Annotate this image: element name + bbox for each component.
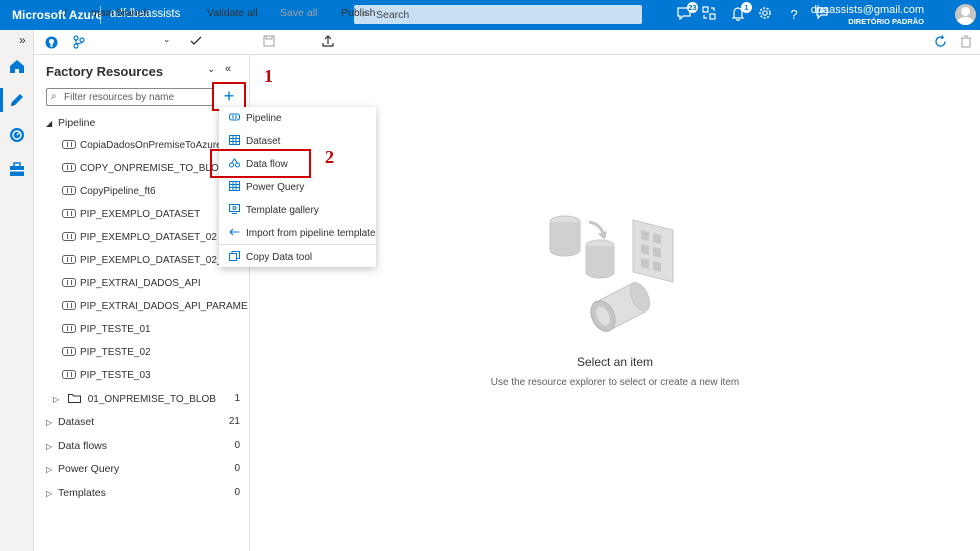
toolbar xyxy=(34,30,980,55)
author-pencil-icon[interactable] xyxy=(8,91,26,112)
notifications-bell-icon[interactable]: 1 xyxy=(729,2,752,24)
collapse-panel-icon[interactable]: « xyxy=(225,63,231,75)
validate-check-icon xyxy=(190,35,202,50)
search-icon: ⌕ xyxy=(51,91,57,102)
pipeline-item[interactable]: PIP_TESTE_01 xyxy=(62,324,248,335)
pipeline-icon xyxy=(62,186,76,195)
save-all-button[interactable]: Save all xyxy=(280,7,317,19)
dataset-count: 21 xyxy=(228,416,240,427)
menu-item-import-template[interactable]: Import from pipeline template xyxy=(229,227,376,239)
collapsed-triangle-icon: ▷ xyxy=(46,489,53,498)
menu-item-dataset[interactable]: Dataset xyxy=(229,135,280,147)
menu-item-template-gallery[interactable]: Template gallery xyxy=(229,204,319,216)
pipeline-icon xyxy=(62,347,76,356)
collapse-all-icon[interactable]: ⌄ xyxy=(207,64,215,75)
pipeline-icon xyxy=(62,140,76,149)
avatar[interactable] xyxy=(955,4,976,25)
bell-badge: 1 xyxy=(741,2,752,13)
pipeline-icon xyxy=(62,209,76,218)
pipeline-icon xyxy=(62,255,76,264)
branch-icon xyxy=(73,35,85,52)
category-pipeline[interactable]: ◢ Pipeline xyxy=(46,117,95,129)
user-email[interactable]: dbaassists@gmail.com xyxy=(811,4,924,16)
collapsed-triangle-icon: ▷ xyxy=(46,465,53,474)
template-gallery-icon xyxy=(229,204,240,214)
monitor-icon[interactable] xyxy=(8,126,26,147)
pipeline-icon xyxy=(62,370,76,379)
chevron-down-icon[interactable]: ⌄ xyxy=(163,34,171,45)
pipeline-item[interactable]: PIP_TESTE_02 xyxy=(62,347,248,358)
help-icon[interactable]: ? xyxy=(785,6,803,24)
folder-count: 1 xyxy=(234,393,240,404)
templates-count: 0 xyxy=(234,487,240,498)
rail-active-indicator xyxy=(0,88,3,112)
category-power-query[interactable]: ▷ Power Query xyxy=(46,463,119,475)
category-dataset[interactable]: ▷ Dataset xyxy=(46,416,94,428)
branch-selector[interactable]: main branch xyxy=(91,7,149,19)
callout-1: 1 xyxy=(264,66,273,86)
callout-2: 2 xyxy=(325,147,334,167)
pipeline-icon xyxy=(62,278,76,287)
panel-title: Factory Resources xyxy=(46,64,164,79)
expand-rail-icon[interactable]: » xyxy=(19,33,26,47)
empty-state-title: Select an item xyxy=(576,355,654,369)
save-icon xyxy=(263,35,275,50)
data-flows-count: 0 xyxy=(234,440,240,451)
menu-item-pipeline[interactable]: Pipeline xyxy=(229,112,282,124)
pipeline-icon xyxy=(62,324,76,333)
import-arrow-icon xyxy=(229,227,240,237)
collapsed-triangle-icon: ▷ xyxy=(46,442,53,451)
publish-icon xyxy=(322,35,334,50)
publish-button[interactable]: Publish xyxy=(341,7,375,19)
home-icon[interactable] xyxy=(8,57,26,78)
expanded-triangle-icon: ◢ xyxy=(46,119,53,128)
empty-state-subtitle: Use the resource explorer to select or c… xyxy=(490,377,740,388)
directory-switch-icon[interactable] xyxy=(700,6,718,24)
pipeline-icon xyxy=(62,163,76,172)
refresh-icon[interactable] xyxy=(934,35,947,51)
pipeline-item[interactable]: PIP_TESTE_03 xyxy=(62,370,248,381)
settings-gear-icon[interactable] xyxy=(756,6,774,24)
folder-icon xyxy=(67,394,81,403)
copy-icon xyxy=(229,251,240,261)
feedback-badge: 23 xyxy=(687,2,698,13)
power-query-icon xyxy=(229,181,240,191)
category-templates[interactable]: ▷ Templates xyxy=(46,487,106,499)
repo-separator: / xyxy=(64,7,67,19)
manage-toolbox-icon[interactable] xyxy=(8,161,26,182)
brand-link[interactable]: Microsoft Azure xyxy=(12,8,102,22)
pipeline-item[interactable]: PIP_EXTRAI_DADOS_API xyxy=(62,278,248,289)
discard-icon[interactable] xyxy=(960,35,972,51)
global-search-input[interactable]: ⌕ Search xyxy=(354,5,642,24)
pipeline-icon xyxy=(229,112,240,122)
pipeline-item[interactable]: PIP_EXTRAI_DADOS_API_PARAMETRI... xyxy=(62,301,248,312)
collapsed-triangle-icon: ▷ xyxy=(46,418,53,427)
menu-divider xyxy=(219,244,376,245)
pipeline-icon xyxy=(62,301,76,310)
highlight-box-2 xyxy=(210,149,311,178)
menu-item-copy-data-tool[interactable]: Copy Data tool xyxy=(229,251,312,263)
github-icon[interactable] xyxy=(45,36,58,52)
power-query-count: 0 xyxy=(234,463,240,474)
user-directory: DIRETÓRIO PADRÃO xyxy=(848,17,924,26)
category-data-flows[interactable]: ▷ Data flows xyxy=(46,440,107,452)
folder-item[interactable]: ▷ 01_ONPREMISE_TO_BLOB xyxy=(53,393,216,405)
empty-state-illustration xyxy=(545,208,680,351)
table-icon xyxy=(229,135,240,145)
menu-item-power-query[interactable]: Power Query xyxy=(229,181,304,193)
filter-resources-input[interactable]: ⌕ Filter resources by name xyxy=(46,88,213,106)
search-placeholder: Search xyxy=(376,9,410,21)
pipeline-icon xyxy=(62,232,76,241)
feedback-icon[interactable]: 23 xyxy=(675,2,698,24)
collapsed-triangle-icon: ▷ xyxy=(53,395,60,404)
filter-placeholder: Filter resources by name xyxy=(64,92,175,103)
validate-all-button[interactable]: Validate all xyxy=(207,7,258,19)
